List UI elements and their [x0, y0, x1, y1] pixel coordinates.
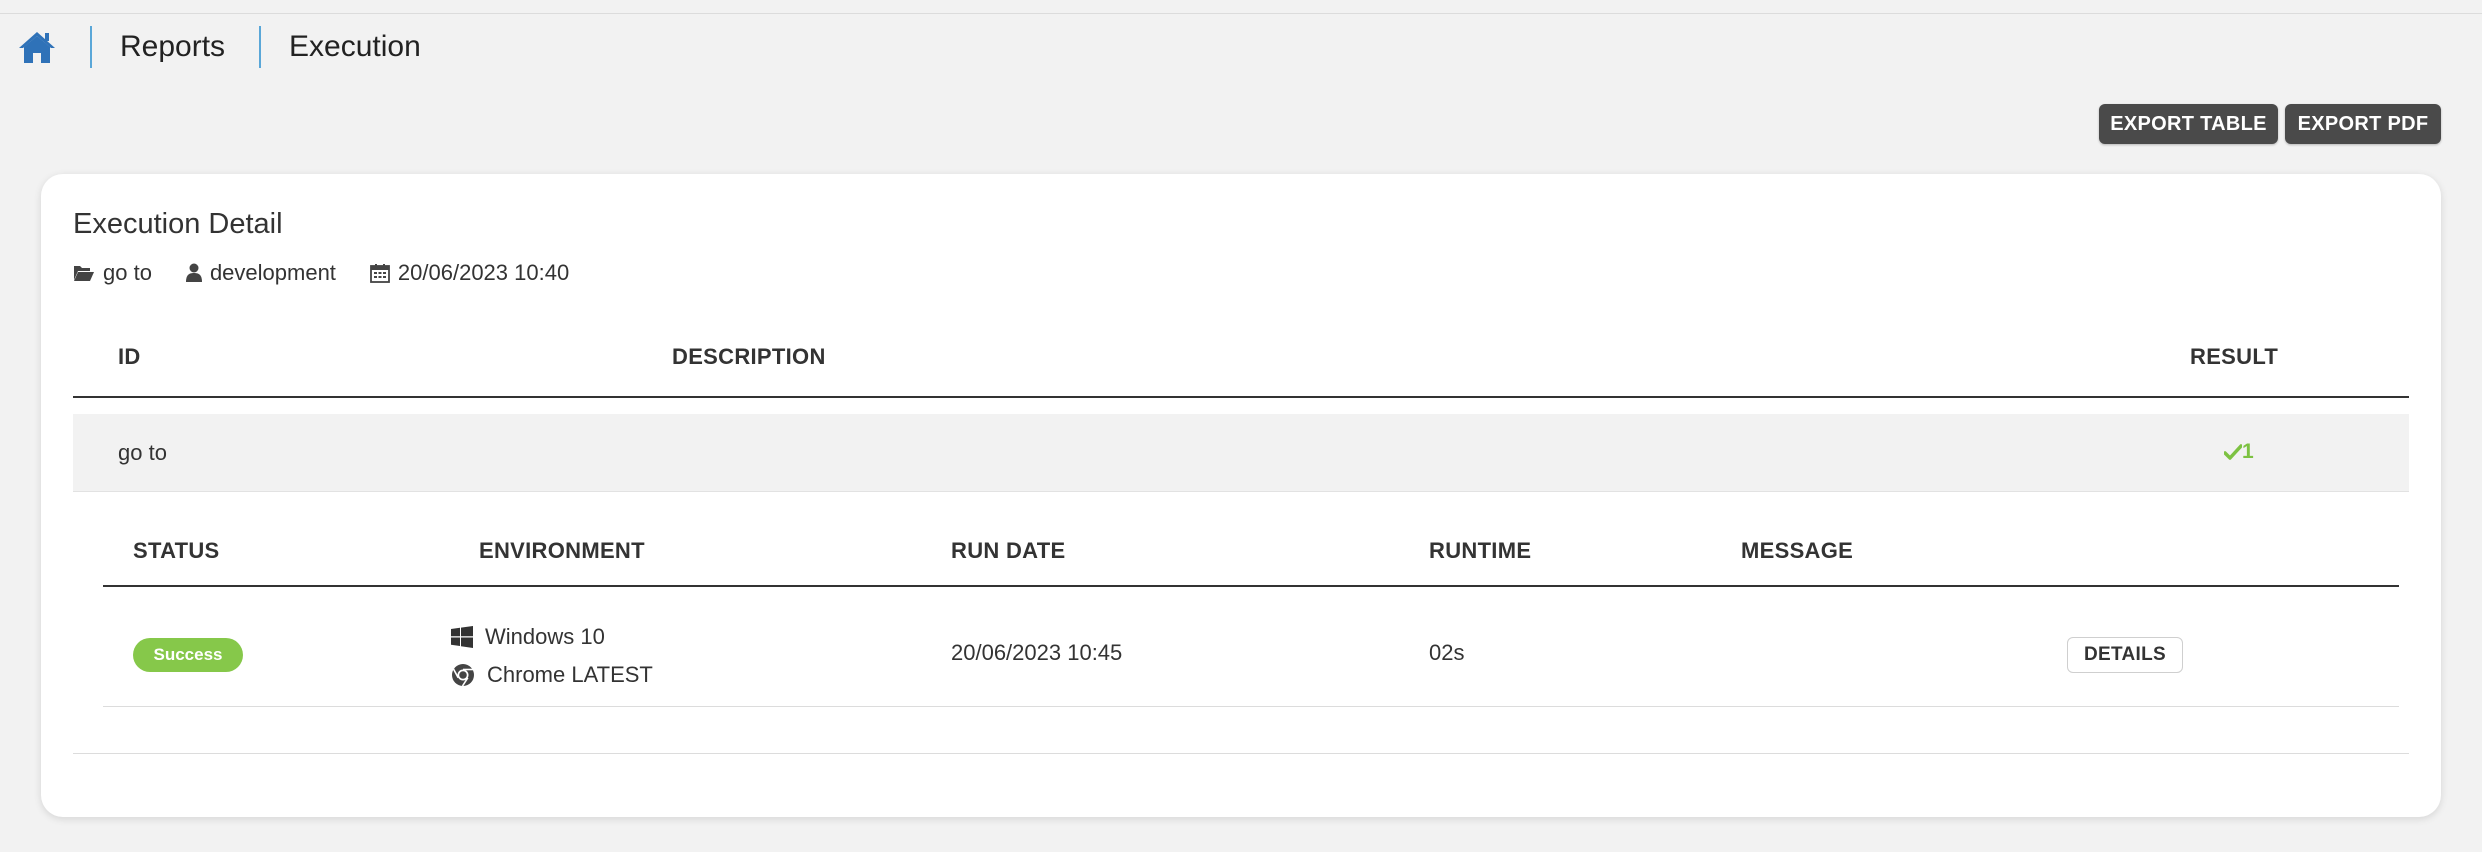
table-header-divider — [73, 396, 2409, 398]
runtime-value: 02s — [1429, 640, 1465, 665]
breadcrumb-execution: Execution — [289, 30, 421, 63]
meta-folder: go to — [73, 260, 152, 286]
os-label: Windows 10 — [485, 624, 605, 649]
meta-user: development — [185, 260, 336, 286]
run-date-value: 20/06/2023 10:45 — [951, 640, 1123, 665]
browser-line: Chrome LATEST — [451, 656, 653, 694]
result-count: 1 — [2242, 440, 2254, 463]
row-id: go to — [118, 440, 167, 465]
top-border — [0, 0, 2482, 14]
column-header-run-date[interactable]: RUN DATE — [951, 538, 1065, 564]
column-header-result[interactable]: RESULT — [2190, 344, 2278, 370]
meta-folder-label: go to — [103, 260, 152, 285]
meta-date: 20/06/2023 10:40 — [370, 260, 569, 286]
check-icon — [2224, 444, 2242, 460]
column-header-message[interactable]: MESSAGE — [1741, 538, 1853, 564]
table-bottom-divider — [73, 753, 2409, 754]
column-header-id[interactable]: ID — [118, 344, 141, 370]
user-icon — [185, 263, 202, 282]
os-line: Windows 10 — [451, 618, 653, 656]
browser-label: Chrome LATEST — [487, 662, 653, 687]
windows-icon — [451, 626, 473, 648]
subtable-header-divider — [103, 585, 2399, 587]
breadcrumb-reports[interactable]: Reports — [120, 30, 225, 64]
subtable-row-divider — [103, 706, 2399, 707]
status-badge: Success — [133, 638, 243, 672]
column-header-environment[interactable]: ENVIRONMENT — [479, 538, 645, 564]
chrome-icon — [452, 664, 474, 687]
execution-meta: go to development 20/06/2023 10:40 — [73, 258, 603, 288]
breadcrumb-separator — [90, 26, 92, 68]
meta-user-label: development — [209, 260, 336, 285]
calendar-icon — [370, 264, 390, 283]
details-button[interactable]: DETAILS — [2067, 637, 2183, 673]
home-icon[interactable] — [18, 28, 56, 66]
column-header-status[interactable]: STATUS — [133, 538, 220, 564]
card-title: Execution Detail — [73, 208, 283, 240]
column-header-runtime[interactable]: RUNTIME — [1429, 538, 1531, 564]
breadcrumb: Reports Execution — [18, 24, 421, 70]
export-table-button[interactable]: EXPORT TABLE — [2099, 104, 2278, 144]
folder-open-icon — [74, 266, 94, 281]
result-passed: 1 — [2224, 440, 2254, 464]
column-header-description[interactable]: DESCRIPTION — [672, 344, 826, 370]
environment-cell: Windows 10 Chrome LATEST — [451, 618, 653, 694]
table-row[interactable]: go to 1 — [73, 414, 2409, 492]
export-pdf-button[interactable]: EXPORT PDF — [2285, 104, 2441, 144]
breadcrumb-separator — [259, 26, 262, 68]
meta-date-label: 20/06/2023 10:40 — [397, 260, 570, 285]
execution-detail-card: Execution Detail go to development 20/06… — [41, 174, 2441, 817]
